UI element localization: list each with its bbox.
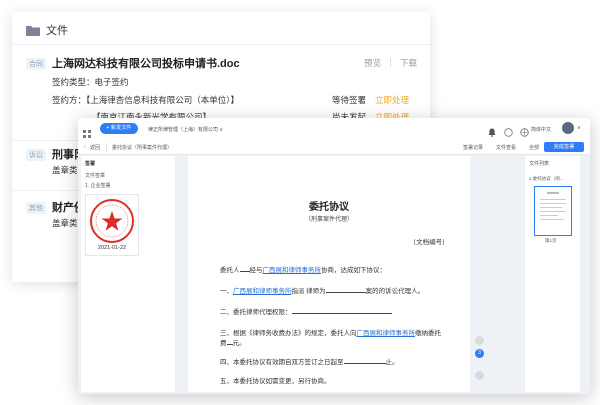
file-view-link[interactable]: 文件查看 xyxy=(496,144,516,151)
company-seal-icon xyxy=(89,198,135,249)
sign-type: 签约类型：电子签约 xyxy=(52,77,129,87)
sign-record-link[interactable]: 签署记录 xyxy=(463,144,483,151)
divider xyxy=(106,143,107,151)
doc-toolbar: ‹ 返回 委托协议（刑事案件代理） 签署记录 文件查看 全部 完成签署 xyxy=(78,140,590,155)
avatar[interactable] xyxy=(562,122,574,134)
section-company: 1. 企业签署 xyxy=(85,183,111,189)
doc-line-6: 四、本委托协议有效期自双方签订之日起至 止。 xyxy=(220,359,399,366)
doc-title: 委托协议 xyxy=(309,202,349,213)
sign-panel: 签署 文件签章 1. 企业签署 2021-01-22 xyxy=(81,156,175,392)
section-seal: 文件签章 xyxy=(85,173,106,179)
language-select[interactable]: 简体中文 xyxy=(531,126,551,133)
panel-title: 签署 xyxy=(85,161,96,167)
new-file-button[interactable]: + 新发文件 xyxy=(100,123,138,134)
party-1-status: 等待签署 xyxy=(332,95,367,105)
tag-other: 其他 xyxy=(26,202,46,214)
page-badge[interactable]: 3 xyxy=(475,349,484,358)
party-1: 签约方：【上海律杏信息科技有限公司（本单位）】 xyxy=(52,95,240,105)
seal-date: 2021-01-22 xyxy=(97,245,127,251)
tag-litigation: 诉讼 xyxy=(26,149,46,161)
file-list-item[interactable]: 1.委托协议（刑... xyxy=(529,176,564,182)
doc-line-1: 委托人 经与广西展和律师事务所协商，达成如下协议： xyxy=(220,267,386,274)
sign-window: + 新发文件 律正所律管理（上海）有限公司 ∨ 简体中文 ∨ ‹ 返回 委托协议… xyxy=(78,118,590,394)
org-breadcrumb[interactable]: 律正所律管理（上海）有限公司 ∨ xyxy=(148,126,223,133)
party-1-action[interactable]: 立即处理 xyxy=(375,94,409,106)
all-link[interactable]: 全部 xyxy=(529,144,539,151)
doc-line-3: 二、委托律师代理权限： xyxy=(220,306,392,316)
file-title[interactable]: 上海网达科技有限公司投标申请书.doc xyxy=(52,55,240,71)
doc-number: [文档编号] xyxy=(414,239,445,246)
back-icon[interactable]: ‹ xyxy=(84,144,86,150)
document-page: 委托协议 （刑事案件代理） [文档编号] 委托人 经与广西展和律师事务所协商，达成… xyxy=(188,156,470,392)
zoom-out-icon[interactable] xyxy=(475,371,484,380)
doc-name: 委托协议（刑事案件代理） xyxy=(112,145,173,151)
doc-line-5: 费元。 xyxy=(220,340,246,347)
top-bar: + 新发文件 律正所律管理（上海）有限公司 ∨ 简体中文 ∨ xyxy=(78,118,590,141)
firm-link[interactable]: 广西展和律师事务所 xyxy=(357,330,416,337)
preview-link[interactable]: 预览 xyxy=(364,57,381,69)
doc-line-7: 五、本委托协议如需变更，另行协商。 xyxy=(220,378,331,385)
download-link[interactable]: 下载 xyxy=(400,57,417,69)
page-thumbnail[interactable] xyxy=(534,186,572,236)
divider xyxy=(390,58,391,67)
doc-line-4: 三、根据《律师务收费办法》的规定，委托人向广西展和律师事务所缴纳委托 xyxy=(220,330,441,337)
firm-link[interactable]: 广西展和律师事务所 xyxy=(263,267,322,274)
chevron-down-icon[interactable]: ∨ xyxy=(577,125,581,131)
sign-type: 盖章类 xyxy=(52,165,78,175)
back-link[interactable]: 返回 xyxy=(90,144,100,151)
file-list-title: 文件列表 xyxy=(529,161,550,167)
doc-subtitle: （刑事案件代理） xyxy=(304,217,353,223)
divider xyxy=(12,44,430,45)
folder-icon xyxy=(26,23,40,41)
doc-line-2: 一、广西展和律师事务所指派 律师为 案的的诉讼代理人。 xyxy=(220,288,425,295)
card-header: 文件 xyxy=(46,25,68,37)
file-list-panel: 文件列表 1.委托协议（刑... 第1页 xyxy=(525,156,580,392)
sign-type: 盖章类 xyxy=(52,218,78,228)
complete-sign-button[interactable]: 完成签署 xyxy=(544,142,584,152)
tag-contract: 合同 xyxy=(26,58,46,70)
zoom-in-icon[interactable] xyxy=(475,336,484,345)
seal-card[interactable]: 2021-01-22 xyxy=(85,194,139,256)
firm-link[interactable]: 广西展和律师事务所 xyxy=(233,288,292,295)
page-number: 第1页 xyxy=(545,238,557,243)
